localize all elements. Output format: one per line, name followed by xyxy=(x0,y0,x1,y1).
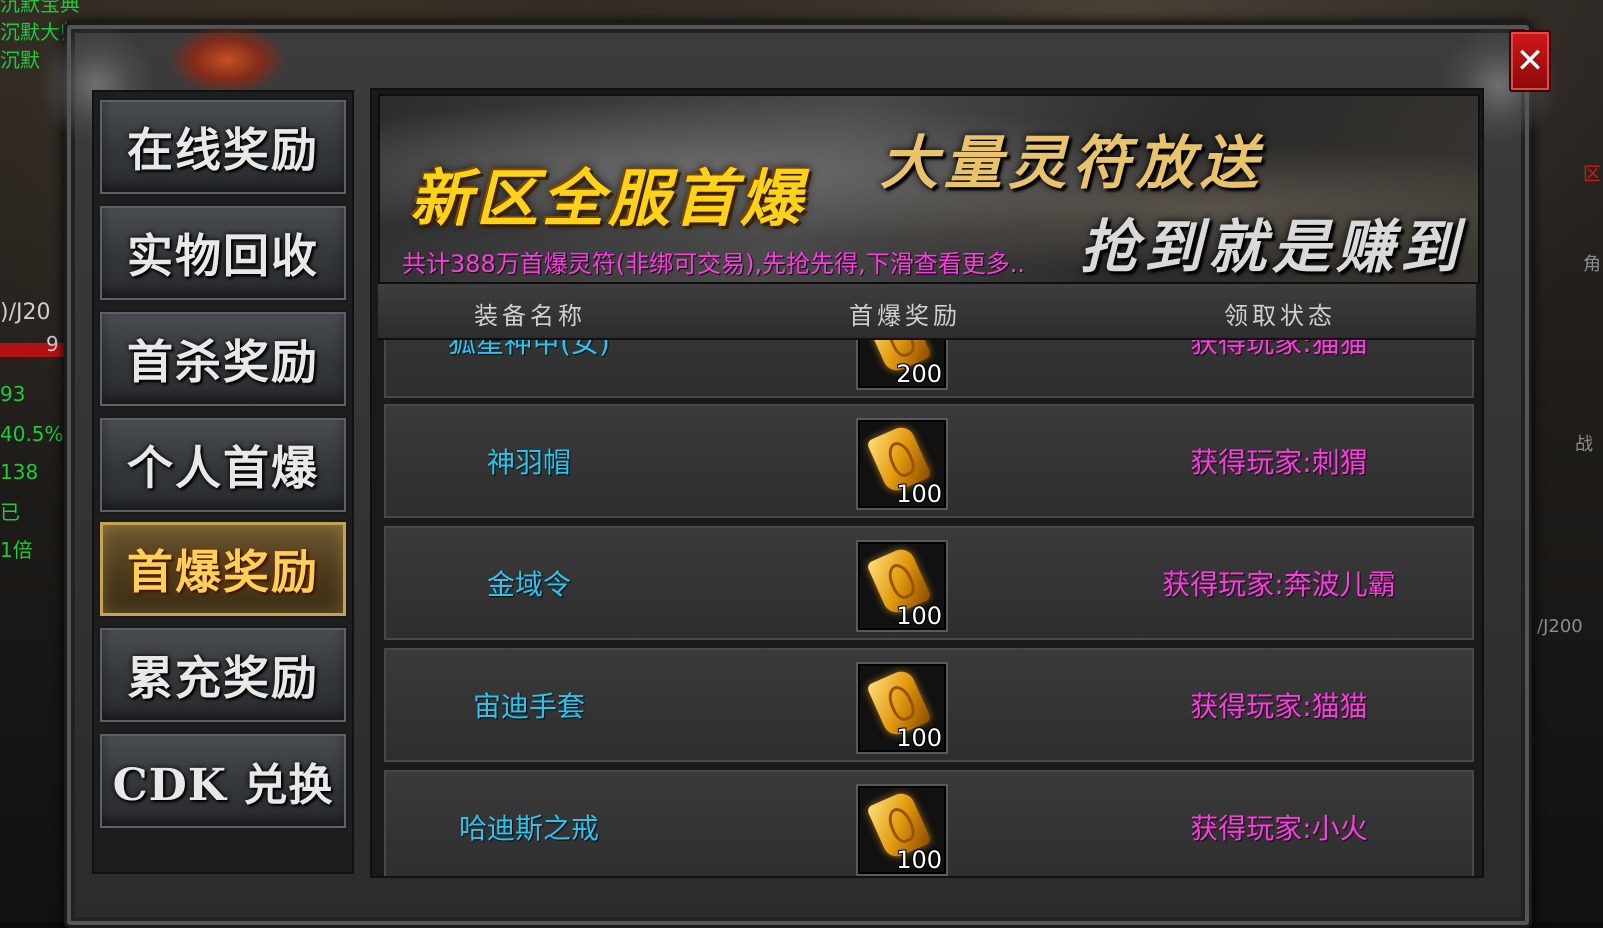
sidebar-item-item-recycle[interactable]: 实物回收 xyxy=(98,204,348,302)
table-row: 宙迪手套 100 获得玩家:猫猫 xyxy=(382,646,1476,764)
sidebar: 在线奖励 实物回收 首杀奖励 个人首爆 首爆奖励 累充奖励 CDK 兑换 xyxy=(92,90,354,874)
reward-slot[interactable]: 100 xyxy=(856,540,948,632)
hud-text: 40.5% xyxy=(0,422,64,446)
table-header: 装备名称 首爆奖励 领取状态 xyxy=(378,284,1476,340)
banner-title: 新区全服首爆 xyxy=(410,162,807,235)
hud-text: 93 xyxy=(0,382,26,406)
sidebar-item-cdk-exchange[interactable]: CDK 兑换 xyxy=(98,732,348,830)
hud-text: 已 xyxy=(0,500,20,524)
item-name: 神羽帽 xyxy=(486,446,572,479)
column-header-item-name: 装备名称 xyxy=(474,302,586,330)
table-row: 金域令 100 获得玩家:奔波儿霸 xyxy=(382,524,1476,642)
flame-ornament-icon xyxy=(167,25,287,95)
item-name: 金域令 xyxy=(486,568,572,601)
sidebar-item-online-reward[interactable]: 在线奖励 xyxy=(98,98,348,196)
reward-list[interactable]: 狐星神甲(女) 200 获得玩家:猫猫 神羽帽 100 获得玩家:刺猬 金域令 … xyxy=(378,340,1476,876)
hud-text: 战 xyxy=(1575,434,1593,455)
item-name: 狐星神甲(女) xyxy=(448,340,610,359)
reward-slot[interactable]: 100 xyxy=(856,418,948,510)
hud-text: 角 xyxy=(1583,254,1601,275)
column-header-status: 领取状态 xyxy=(1224,302,1336,330)
reward-slot[interactable]: 100 xyxy=(856,662,948,754)
sidebar-item-first-kill[interactable]: 首杀奖励 xyxy=(98,310,348,408)
claim-status: 获得玩家:小火 xyxy=(1190,812,1368,845)
claim-status: 获得玩家:奔波儿霸 xyxy=(1162,568,1396,601)
close-button[interactable]: ✕ xyxy=(1509,30,1551,92)
hud-text: 9 xyxy=(46,332,59,356)
banner-subtitle: 共计388万首爆灵符(非绑可交易),先抢先得,下滑查看更多.. xyxy=(402,250,1026,278)
item-name: 哈迪斯之戒 xyxy=(458,812,600,845)
reward-quantity: 100 xyxy=(896,602,942,630)
sidebar-item-first-drop-reward[interactable]: 首爆奖励 xyxy=(98,520,348,618)
item-name: 宙迪手套 xyxy=(472,690,586,723)
claim-status: 获得玩家:猫猫 xyxy=(1190,690,1368,723)
table-row: 哈迪斯之戒 100 获得玩家:小火 xyxy=(382,768,1476,876)
table-row: 神羽帽 100 获得玩家:刺猬 xyxy=(382,402,1476,520)
sidebar-item-personal-first-drop[interactable]: 个人首爆 xyxy=(98,416,348,514)
column-header-reward: 首爆奖励 xyxy=(849,302,961,330)
reward-slot[interactable]: 200 xyxy=(856,340,948,390)
hud-text: 区 xyxy=(1583,164,1601,185)
close-icon: ✕ xyxy=(1515,41,1545,81)
banner-slogan-top: 大量灵符放送 xyxy=(880,129,1265,197)
hud-left: 沉默宝典 沉默大师 沉默 )/J20 9 93 40.5% 138 已 1倍 xyxy=(0,0,80,922)
reward-quantity: 200 xyxy=(896,360,942,388)
banner-slogan-bottom: 抢到就是赚到 xyxy=(1080,213,1465,281)
reward-slot[interactable]: 100 xyxy=(856,784,948,876)
content-area: 新区全服首爆 大量灵符放送 抢到就是赚到 共计388万首爆灵符(非绑可交易),先… xyxy=(370,88,1484,878)
reward-quantity: 100 xyxy=(896,724,942,752)
claim-status: 获得玩家:猫猫 xyxy=(1190,340,1368,359)
hud-right: 区 角 战 /J200 xyxy=(1533,0,1603,922)
claim-status: 获得玩家:刺猬 xyxy=(1190,446,1368,479)
hud-text: 1倍 xyxy=(0,538,33,562)
table-row: 狐星神甲(女) 200 获得玩家:猫猫 xyxy=(382,340,1476,400)
reward-quantity: 100 xyxy=(896,846,942,874)
sidebar-item-recharge-reward[interactable]: 累充奖励 xyxy=(98,626,348,724)
hud-text: )/J20 xyxy=(0,300,51,325)
reward-quantity: 100 xyxy=(896,480,942,508)
hud-text: /J200 xyxy=(1537,616,1583,637)
hud-text: 沉默宝典 xyxy=(0,0,80,16)
hud-text: 沉默 xyxy=(0,48,40,72)
hud-text: 138 xyxy=(0,460,39,484)
promo-banner: 新区全服首爆 大量灵符放送 抢到就是赚到 共计388万首爆灵符(非绑可交易),先… xyxy=(378,94,1480,284)
